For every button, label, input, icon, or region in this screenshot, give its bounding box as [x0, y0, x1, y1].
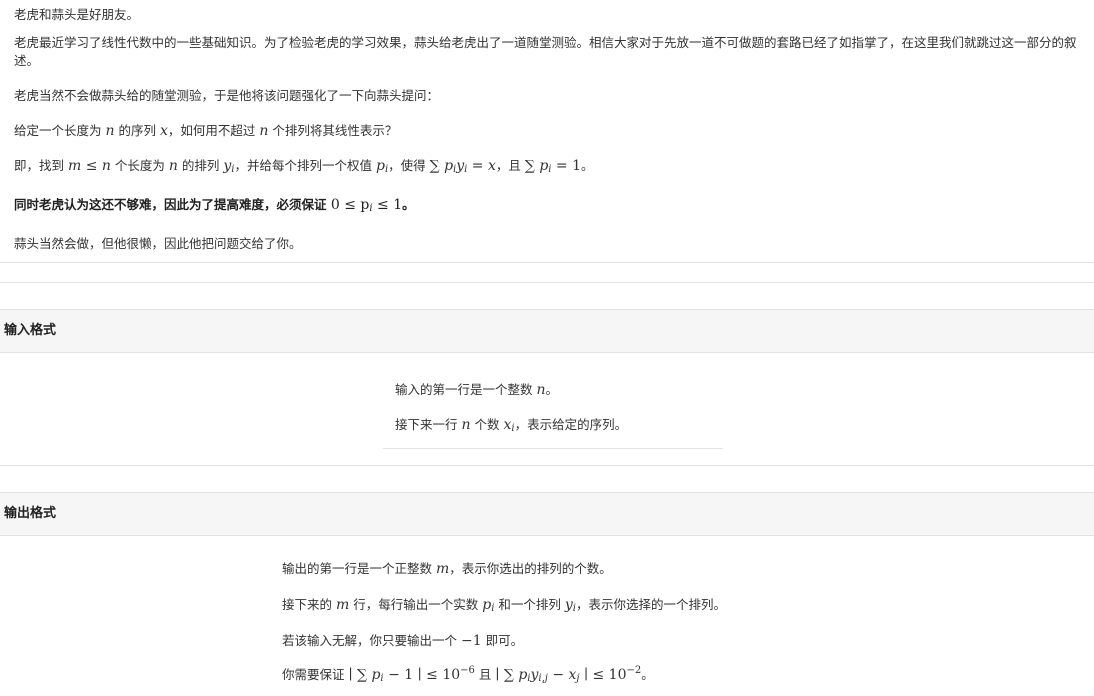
- problem-description: 老虎和蒜头是好朋友。 老虎最近学习了线性代数中的一些基础知识。为了检验老虎的学习…: [0, 0, 1094, 253]
- intro-p6: 同时老虎认为这还不够难，因此为了提高难度，必须保证 0 ≤ pi ≤ 1。: [14, 197, 415, 214]
- output-format-body: 输出的第一行是一个正整数 m，表示你选出的排列的个数。 接下来的 m 行，每行输…: [0, 536, 1094, 696]
- intro-p1: 老虎和蒜头是好朋友。: [14, 7, 140, 22]
- divider: [0, 282, 1094, 283]
- output-format-heading: 输出格式: [0, 492, 1094, 536]
- input-line-1: 输入的第一行是一个整数 n。: [395, 382, 559, 398]
- output-line-4: 你需要保证 ∣ ∑ pi − 1 ∣ ≤ 10−6 且 ∣ ∑ piyi,j −…: [282, 665, 654, 684]
- input-format-heading: 输入格式: [0, 309, 1094, 353]
- divider: [0, 262, 1094, 263]
- intro-p2: 老虎最近学习了线性代数中的一些基础知识。为了检验老虎的学习效果，蒜头给老虎出了一…: [14, 35, 1077, 68]
- intro-p4: 给定一个长度为 n 的序列 x，如何用不超过 n 个排列将其线性表示？: [14, 123, 398, 139]
- divider: [0, 465, 1094, 466]
- output-line-2: 接下来的 m 行，每行输出一个实数 pi 和一个排列 yi，表示你选择的一个排列…: [282, 597, 726, 614]
- input-format-body: 输入的第一行是一个整数 n。 接下来一行 n 个数 xi，表示给定的序列。: [0, 353, 1094, 465]
- intro-p7: 蒜头当然会做，但他很懒，因此他把问题交给了你。: [14, 236, 302, 251]
- intro-p3: 老虎当然不会做蒜头给的随堂测验，于是他将该问题强化了一下向蒜头提问：: [14, 88, 440, 103]
- input-divider: [383, 448, 723, 449]
- intro-p5: 即，找到 m ≤ n 个长度为 n 的排列 yi，并给每个排列一个权值 pi，使…: [14, 158, 594, 175]
- output-line-1: 输出的第一行是一个正整数 m，表示你选出的排列的个数。: [282, 561, 612, 577]
- input-line-2: 接下来一行 n 个数 xi，表示给定的序列。: [395, 417, 628, 434]
- output-line-3: 若该输入无解，你只要输出一个 −1 即可。: [282, 633, 524, 649]
